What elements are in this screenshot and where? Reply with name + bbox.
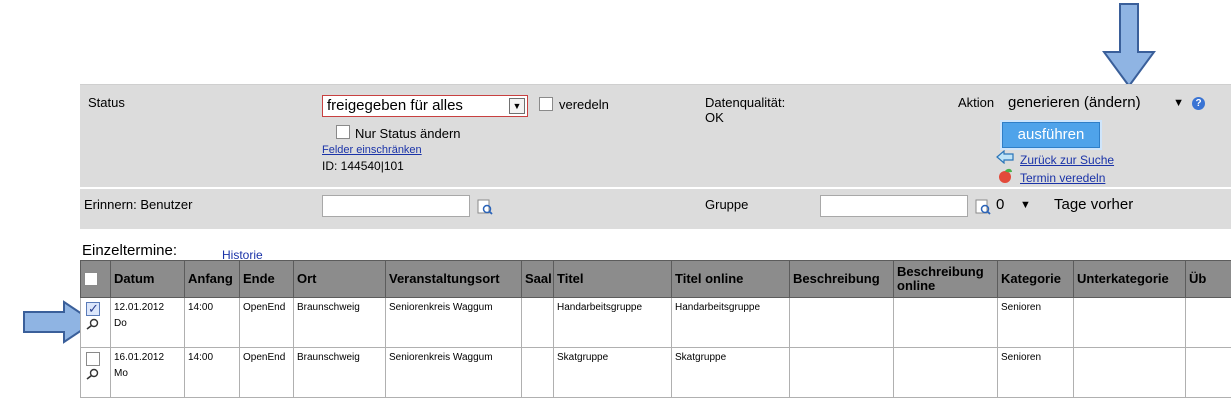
cell-title: Handarbeitsgruppe [553,297,672,348]
col-veranstaltungsort[interactable]: Veranstaltungsort [385,260,522,298]
date-value: 12.01.2012 [114,302,165,313]
weekday-value: Do [114,318,127,329]
reminder-user-input[interactable] [322,195,470,217]
back-arrow-icon [996,150,1014,164]
aktion-select-value: generieren (ändern) [1008,94,1141,111]
appointments-table: Datum Anfang Ende Ort Veranstaltungsort … [80,260,1231,398]
cell-date: 12.01.2012 Do [110,297,185,348]
felder-einschraenken-link[interactable]: Felder einschränken [322,144,422,156]
lookup-icon[interactable] [975,199,991,215]
cell-description [789,297,894,348]
status-label: Status [88,95,125,110]
execute-button[interactable]: ausführen [1002,122,1100,148]
cell-room [521,297,554,348]
reminder-user-label: Erinnern: Benutzer [84,197,193,212]
aktion-select[interactable]: generieren (ändern) ▼ [1004,93,1188,117]
cell-description-online [893,347,998,398]
col-ort[interactable]: Ort [293,260,386,298]
divider [80,187,1231,189]
veredeln-label: veredeln [559,97,609,112]
cell-ub [1185,347,1231,398]
record-id: ID: 144540|101 [322,159,404,173]
col-kategorie[interactable]: Kategorie [997,260,1074,298]
row-checkbox[interactable] [86,352,100,366]
date-value: 16.01.2012 [114,352,165,363]
group-label: Gruppe [705,197,749,212]
chevron-down-icon[interactable]: ▼ [509,98,525,114]
row-select-cell [80,297,111,348]
cell-description [789,347,894,398]
section-title: Einzeltermine: [82,242,178,259]
cell-title-online: Handarbeitsgruppe [671,297,790,348]
status-select[interactable]: freigegeben für alles ▼ [322,95,528,117]
chevron-down-icon[interactable]: ▼ [1020,195,1031,215]
col-beschreibung[interactable]: Beschreibung [789,260,894,298]
cell-place: Braunschweig [293,297,386,348]
cell-venue: Seniorenkreis Waggum [385,297,522,348]
table-row[interactable]: 12.01.2012Do 14:00 OpenEnd Braunschweig … [80,297,1231,348]
select-all-header [80,260,111,298]
col-ub[interactable]: Üb [1185,260,1231,298]
cell-title: Skatgruppe [553,347,672,398]
table-row[interactable]: 16.01.2012 Mo 14:00 OpenEnd Braunschweig … [80,347,1231,398]
back-to-search-link[interactable]: Zurück zur Suche [1020,153,1114,167]
chevron-down-icon[interactable]: ▼ [1173,93,1184,113]
col-saal[interactable]: Saal [521,260,554,298]
cell-room [521,347,554,398]
cell-place: Braunschweig [293,347,386,398]
refine-appointment-link[interactable]: Termin veredeln [1020,171,1105,185]
days-label: Tage vorher [1054,196,1134,213]
weekday-value: Mo [114,368,128,379]
annotation-arrow-down [1102,3,1156,88]
row-checkbox[interactable] [86,301,100,317]
col-anfang[interactable]: Anfang [184,260,240,298]
quality-label: Datenqualität: [705,95,786,110]
days-select-value: 0 [996,196,1005,213]
nur-status-checkbox[interactable] [336,125,350,139]
cell-subcategory [1073,297,1186,348]
status-form: Status freigegeben für alles ▼ veredeln … [80,84,1231,229]
nur-status-label: Nur Status ändern [355,126,461,141]
cell-title-online: Skatgruppe [671,347,790,398]
cell-end: OpenEnd [239,297,294,348]
row-select-cell [80,347,111,398]
col-beschreibung-online[interactable]: Beschreibung online [893,260,998,298]
cell-end: OpenEnd [239,347,294,398]
aktion-label: Aktion [958,95,995,110]
cell-description-online [893,297,998,348]
cell-subcategory [1073,347,1186,398]
lookup-icon[interactable] [477,199,493,215]
refine-icon [999,168,1012,183]
cell-start: 14:00 [184,297,240,348]
cell-date: 16.01.2012 Mo [110,347,185,398]
status-select-value: freigegeben für alles [327,97,463,114]
cell-ub [1185,297,1231,348]
cell-venue: Seniorenkreis Waggum [385,347,522,398]
view-icon[interactable] [86,368,100,380]
col-titel[interactable]: Titel [553,260,672,298]
view-icon[interactable] [86,318,100,330]
col-ende[interactable]: Ende [239,260,294,298]
help-icon[interactable]: ? [1192,97,1205,110]
cell-start: 14:00 [184,347,240,398]
table-header: Datum Anfang Ende Ort Veranstaltungsort … [80,260,1231,298]
quality-value: OK [705,110,724,125]
group-input[interactable] [820,195,968,217]
col-datum[interactable]: Datum [110,260,185,298]
select-all-checkbox[interactable] [84,272,98,287]
days-select[interactable]: 0 ▼ [992,195,1044,217]
col-unterkategorie[interactable]: Unterkategorie [1073,260,1186,298]
cell-category: Senioren [997,347,1074,398]
veredeln-checkbox[interactable] [539,97,553,111]
cell-category: Senioren [997,297,1074,348]
col-titel-online[interactable]: Titel online [671,260,790,298]
